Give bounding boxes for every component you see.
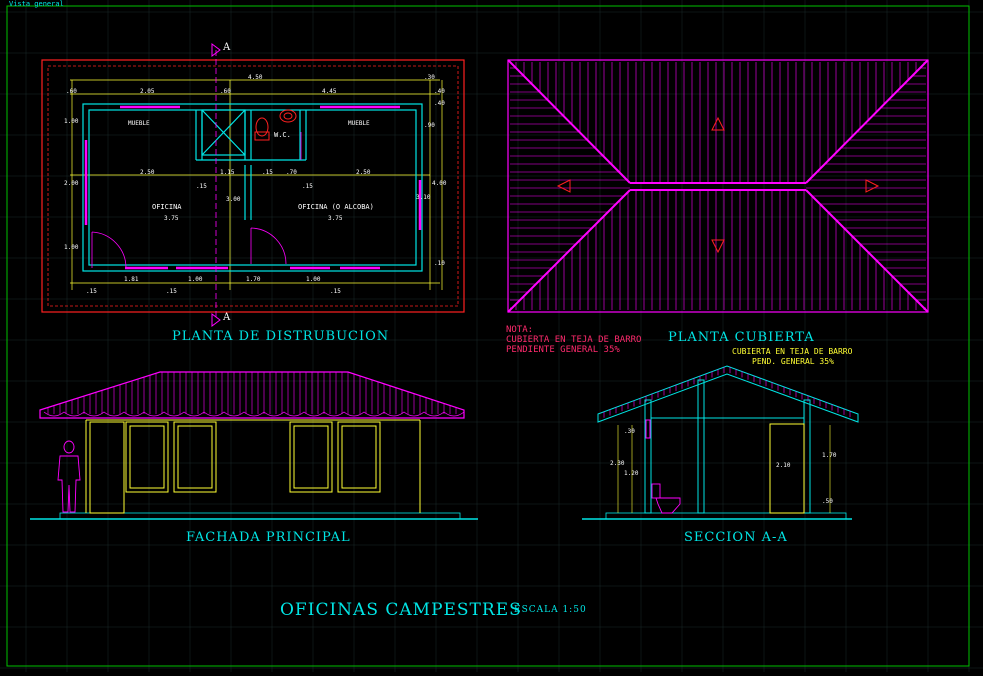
dim-bottom-4: .15 <box>86 288 97 295</box>
dim-left-3: 3.00 <box>226 196 241 203</box>
dim-mid-2: 1.15 <box>220 169 235 176</box>
roof-slope-arrows <box>556 116 880 254</box>
dim-bottom-0: 1.81 <box>124 276 139 283</box>
dim-mid-1: .15 <box>196 183 207 190</box>
human-scale-figure <box>57 440 81 513</box>
dim-left-1: 2.00 <box>64 180 79 187</box>
section-roof <box>597 365 859 423</box>
roof-note-label: NOTA: <box>506 325 534 335</box>
room-mueble-left: MUEBLE <box>128 120 150 127</box>
section-dim-5: .50 <box>822 498 833 505</box>
section-mark-bottom: A <box>223 312 232 323</box>
plan-dimension-lines <box>70 79 443 290</box>
dim-right-2: .40 <box>434 100 445 107</box>
section-toilet <box>651 483 681 514</box>
roof-tile-lines <box>510 62 926 310</box>
roof-note-line2: PENDIENTE GENERAL 35% <box>506 345 620 355</box>
dim-bottom-3: 1.00 <box>306 276 321 283</box>
dim-mid-0: 2.50 <box>140 169 155 176</box>
dim-top-0: 4.50 <box>248 74 263 81</box>
facade-title: FACHADA PRINCIPAL <box>186 530 351 545</box>
section-mark-top: A <box>223 42 232 53</box>
roof-title: PLANTA CUBIERTA <box>668 330 815 345</box>
section-note-line1: CUBIERTA EN TEJA DE BARRO <box>732 347 853 356</box>
dim-bottom-5: .15 <box>166 288 177 295</box>
room-wc: W.C. <box>274 131 291 139</box>
dim-top-3: .60 <box>66 88 77 95</box>
room-dim-right: 3.75 <box>328 215 343 222</box>
plan-walls <box>82 103 423 272</box>
section-line-a <box>211 43 221 327</box>
floor-plan <box>41 43 465 327</box>
dim-top-1: .60 <box>220 88 231 95</box>
drawing-main-title: OFICINAS CAMPESTRES <box>280 600 522 620</box>
dim-right-0: 4.00 <box>432 180 447 187</box>
room-mueble-right: MUEBLE <box>348 120 370 127</box>
section-title: SECCION A-A <box>684 530 788 545</box>
section-dim-0: 2.30 <box>610 460 625 467</box>
dim-bottom-6: .15 <box>330 288 341 295</box>
dim-bottom-2: 1.70 <box>246 276 261 283</box>
dim-bottom-1: 1.00 <box>188 276 203 283</box>
dim-right-4: .90 <box>424 122 435 129</box>
drawing-canvas[interactable] <box>0 0 983 672</box>
dim-right-3: .10 <box>434 260 445 267</box>
plan-outer-border <box>41 59 465 313</box>
roof-hips <box>507 59 929 313</box>
plan-inner-border <box>47 65 459 307</box>
room-oficina: OFICINA <box>152 203 182 211</box>
section-dim-3: 2.10 <box>776 462 791 469</box>
dim-top-2: 2.05 <box>140 88 155 95</box>
facade-walls <box>85 419 421 514</box>
dim-top-4: 4.45 <box>322 88 337 95</box>
dim-mid-3: .15 <box>262 169 273 176</box>
room-dim-left: 3.75 <box>164 215 179 222</box>
dim-mid-4: .70 <box>286 169 297 176</box>
section-dim-2: .30 <box>624 428 635 435</box>
section-a-a <box>582 365 859 520</box>
background-grid <box>0 0 983 672</box>
roof-plan <box>507 59 929 313</box>
section-dim-1: 1.20 <box>624 470 639 477</box>
dim-top-5: .30 <box>424 74 435 81</box>
room-oficina-alcoba: OFICINA (O ALCOBA) <box>298 203 374 211</box>
dim-mid-6: 2.50 <box>356 169 371 176</box>
plan-windows <box>84 105 422 270</box>
dim-left-2: 1.00 <box>64 244 79 251</box>
dim-top-6: .40 <box>434 88 445 95</box>
sheet-border <box>6 5 970 667</box>
main-facade <box>30 371 478 520</box>
section-walls <box>644 379 811 514</box>
roof-note-line1: CUBIERTA EN TEJA DE BARRO <box>506 335 642 345</box>
dim-left-0: 1.00 <box>64 118 79 125</box>
roof-outline <box>507 59 929 313</box>
sheet-header-text: Vista general <box>9 0 64 8</box>
dim-right-1: 3.10 <box>416 194 431 201</box>
section-note-line2: PEND. GENERAL 35% <box>752 357 834 366</box>
cad-drawing-sheet: Vista general PLANTA DE DISTRUBUCION A A… <box>0 0 983 672</box>
drawing-scale: ESCALA 1:50 <box>514 605 587 615</box>
section-dim-4: 1.70 <box>822 452 837 459</box>
dim-mid-5: .15 <box>302 183 313 190</box>
plan-title: PLANTA DE DISTRUBUCION <box>172 329 390 344</box>
